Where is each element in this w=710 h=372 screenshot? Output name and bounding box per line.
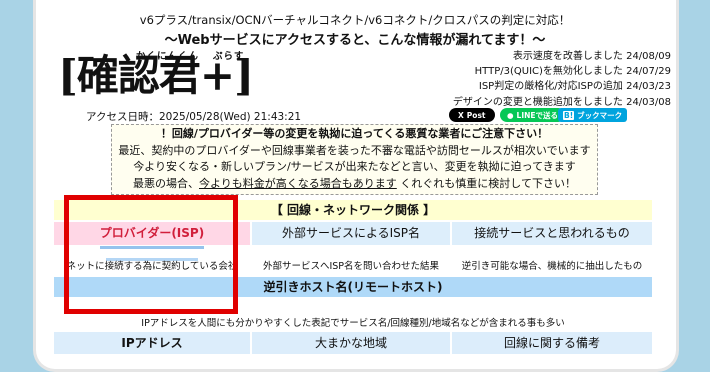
tagline: v6プラス/transix/OCNバーチャルコネクト/v6コネクト/クロスパスの… (139, 13, 571, 27)
column-connection-service-desc: 逆引き可能な場合、機械的に抽出したもの (461, 261, 643, 272)
column-external-isp-header: 外部サービスによるISP名 (252, 222, 450, 245)
notice-line: 今より安くなる・新しいプラン/サービスが出来たなどと言い、変更を執拗に迫ってきま… (133, 160, 576, 173)
update-item: 表示速度を改善しました 24/08/09 (512, 51, 671, 62)
column-ip-address-header: IPアドレス (54, 332, 250, 354)
line-share-button[interactable]: ● LINEで送る (500, 108, 566, 122)
column-region-header: 大まかな地域 (252, 332, 450, 354)
update-item: ISP判定の厳格化/対応ISPの追加 24/03/23 (478, 81, 671, 93)
hatena-icon: B! (563, 110, 575, 120)
hatena-label: ブックマーク (577, 110, 623, 120)
logo-text: [確認君+] (58, 51, 254, 100)
access-datetime: アクセス日時：2025/05/28(Wed) 21:43:21 (86, 111, 302, 123)
notice-title: ！回線/プロバイダー等の変更を執拗に迫ってくる悪質な業者にご注意下さい！ (160, 127, 549, 140)
x-post-label: Post (466, 110, 486, 120)
hatena-bookmark-button[interactable]: B! ブックマーク (558, 108, 628, 122)
site-logo[interactable]: かくにんくん ぷらす [確認君+] (58, 47, 288, 105)
line-share-label: LINEで送る (516, 110, 559, 120)
update-history: 表示速度を改善しました 24/08/09 HTTP/3(QUIC)を無効化しまし… (453, 49, 671, 110)
notice-line: 最悪の場合、今よりも料金が高くなる場合もあります くれぐれも慎重に検討して下さい… (112, 176, 597, 193)
column-external-isp-desc: 外部サービスへISP名を問い合わせた結果 (262, 261, 440, 272)
update-item: HTTP/3(QUIC)を無効化しました 24/07/29 (474, 66, 671, 78)
line-icon: ● (507, 110, 514, 120)
x-post-button[interactable]: X Post (449, 108, 495, 122)
notice-line: 最近、契約中のプロバイダーや回線事業者を装った不審な電話や訪問セールスが相次いで… (118, 143, 591, 157)
section-remote-host-desc: IPアドレスを人間にも分かりやすくした表記でサービス名/回線種別/地域名などが含… (141, 318, 565, 329)
highlight-box (64, 195, 238, 314)
warning-notice: ！回線/プロバイダー等の変更を執拗に迫ってくる悪質な業者にご注意下さい！ 最近、… (111, 124, 598, 195)
column-line-notes-header: 回線に関する備考 (452, 332, 652, 354)
notice-line3-pre: 最悪の場合、 (133, 176, 200, 190)
notice-underline-text: 今よりも料金が高くなる場合もあります (199, 176, 397, 190)
notice-line3-post: くれぐれも慎重に検討して下さい！ (400, 176, 576, 190)
x-icon: X (458, 110, 464, 120)
column-connection-service-header: 接続サービスと思われるもの (452, 222, 652, 245)
headline: 〜Webサービスにアクセスすると、こんな情報が漏れてます！〜 (164, 33, 546, 48)
